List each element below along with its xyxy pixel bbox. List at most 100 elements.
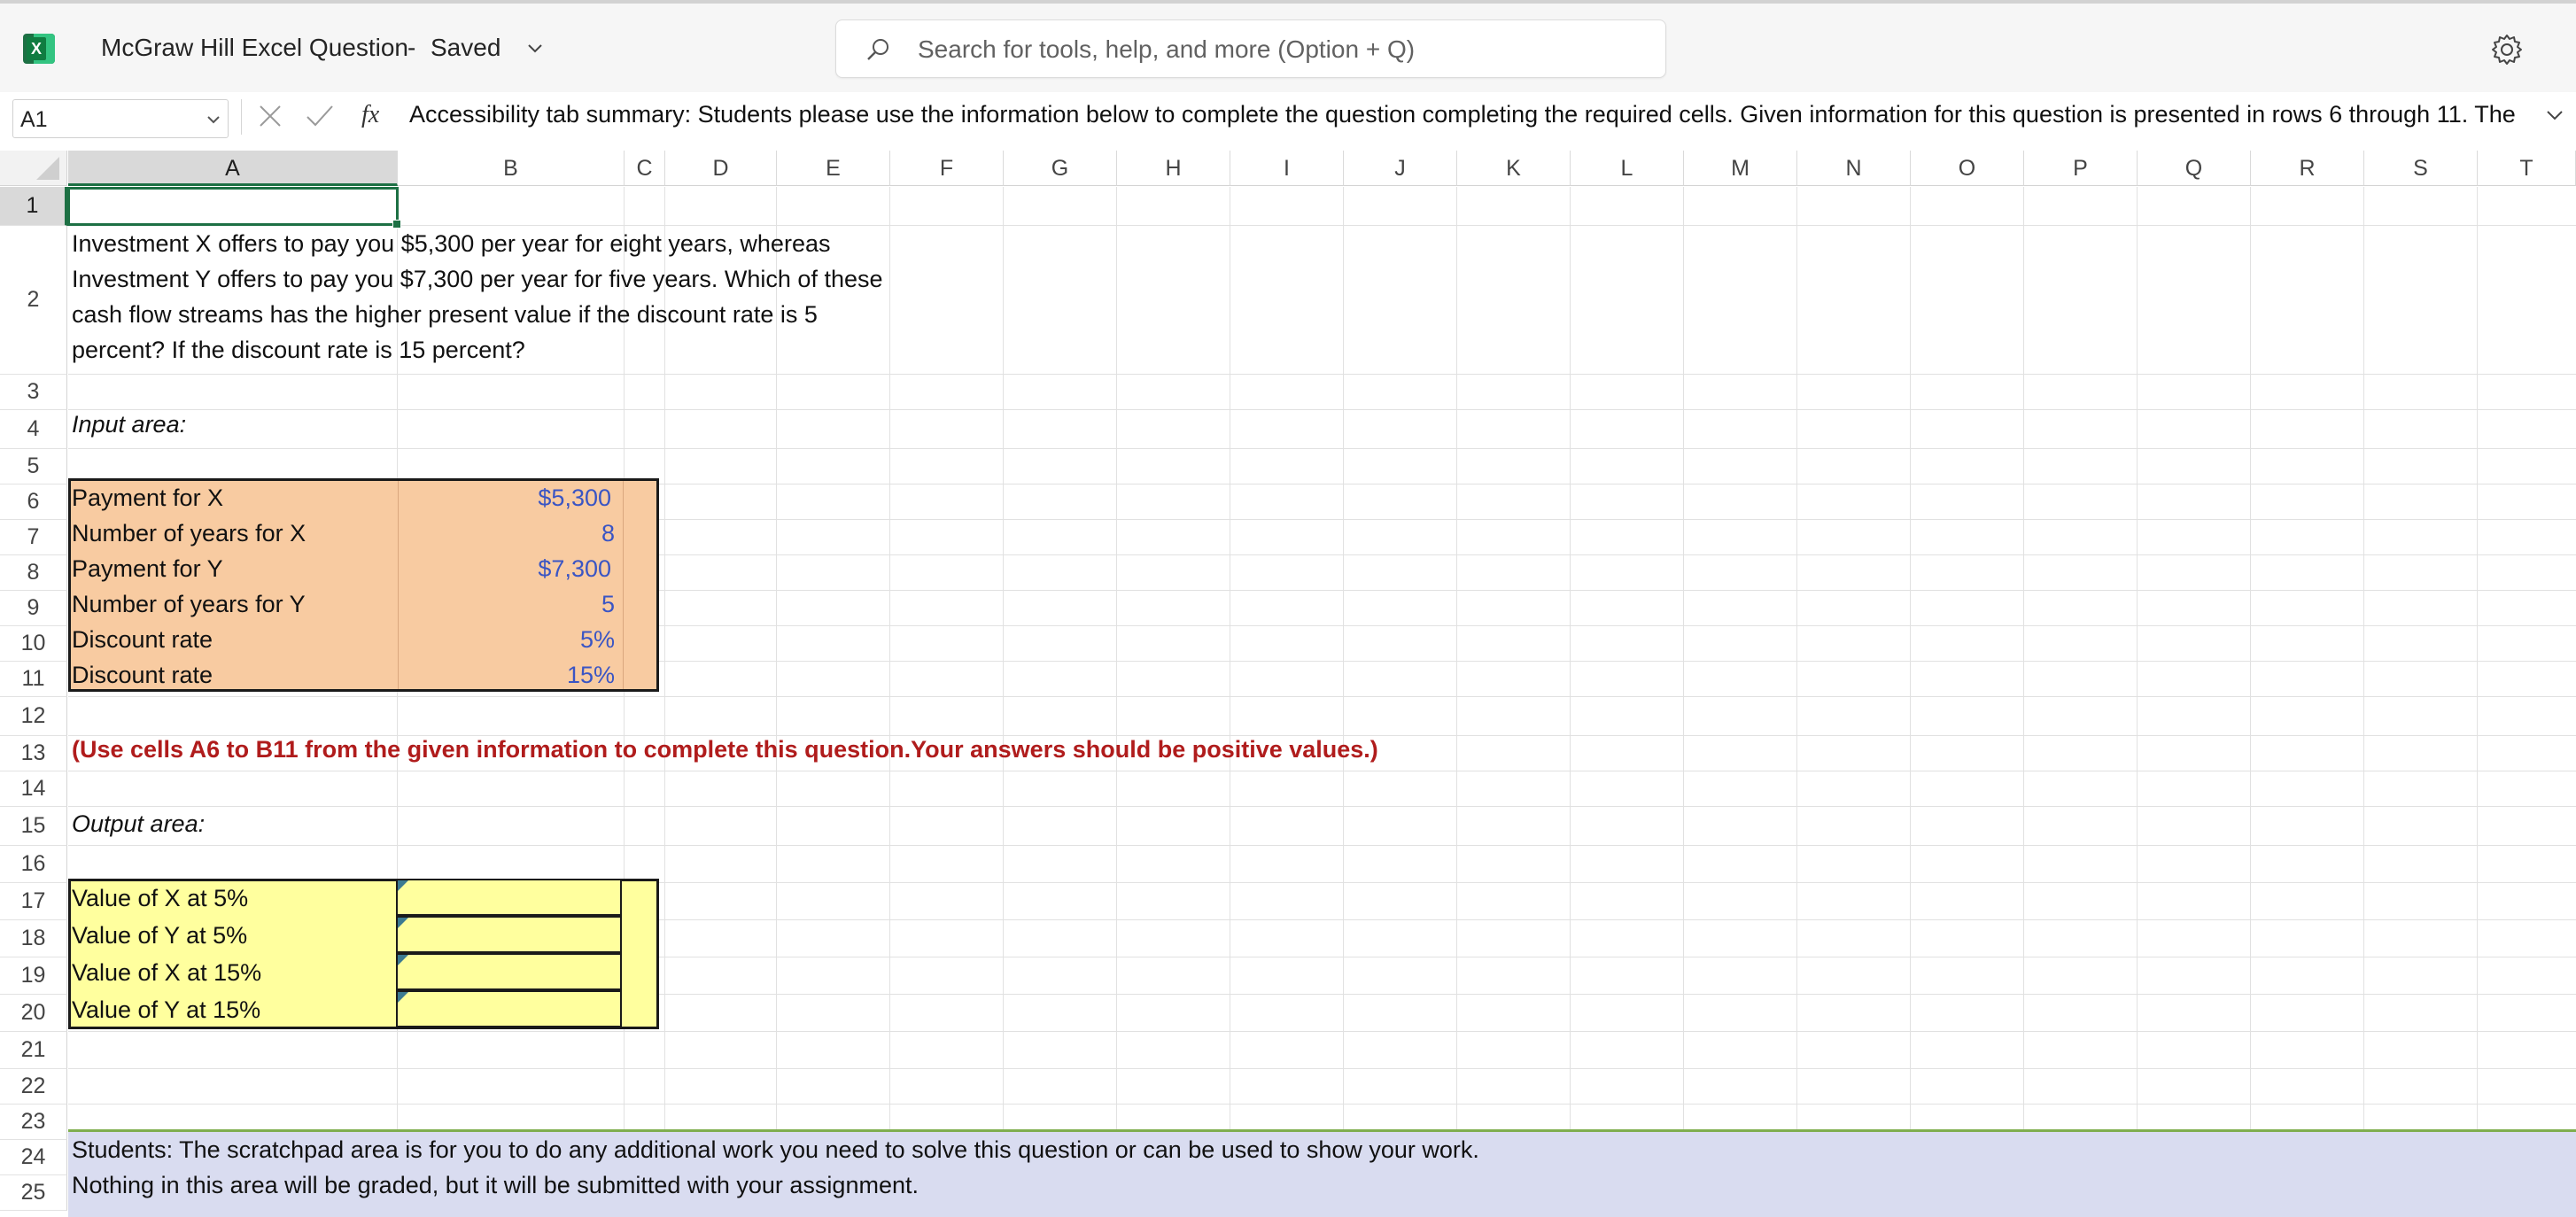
column-header-e[interactable]: E bbox=[777, 151, 890, 186]
input-label: Number of years for Y bbox=[72, 591, 306, 617]
output-label: Value of Y at 5% bbox=[72, 922, 248, 949]
column-gridline bbox=[2250, 187, 2251, 1217]
column-header-p[interactable]: P bbox=[2024, 151, 2138, 186]
column-gridline bbox=[624, 187, 625, 1217]
column-header-g[interactable]: G bbox=[1004, 151, 1117, 186]
column-header-l[interactable]: L bbox=[1571, 151, 1684, 186]
column-header-k[interactable]: K bbox=[1457, 151, 1571, 186]
search-placeholder: Search for tools, help, and more (Option… bbox=[918, 35, 1416, 63]
column-header-i[interactable]: I bbox=[1230, 151, 1344, 186]
input-value[interactable]: $7,300 bbox=[478, 555, 611, 583]
column-header-d[interactable]: D bbox=[665, 151, 777, 186]
output-label: Value of X at 15% bbox=[72, 959, 262, 986]
column-header-t[interactable]: T bbox=[2478, 151, 2576, 186]
column-header-m[interactable]: M bbox=[1684, 151, 1797, 186]
row-header-11[interactable]: 11 bbox=[0, 662, 67, 697]
answer-cell-b20[interactable] bbox=[396, 990, 622, 1027]
title-bar: X McGraw Hill Excel Question - Saved Sea… bbox=[0, 0, 2576, 92]
search-box[interactable]: Search for tools, help, and more (Option… bbox=[835, 19, 1666, 78]
row-header-21[interactable]: 21 bbox=[0, 1032, 67, 1069]
select-all-corner[interactable] bbox=[0, 151, 67, 186]
check-icon[interactable] bbox=[305, 103, 335, 129]
column-header-j[interactable]: J bbox=[1344, 151, 1457, 186]
row-header-4[interactable]: 4 bbox=[0, 410, 67, 449]
row-header-16[interactable]: 16 bbox=[0, 846, 67, 883]
column-header-f[interactable]: F bbox=[890, 151, 1004, 186]
gear-icon[interactable] bbox=[2489, 32, 2525, 67]
row-gridline bbox=[68, 696, 2576, 697]
row-header-5[interactable]: 5 bbox=[0, 449, 67, 484]
name-box[interactable]: A1 bbox=[12, 99, 229, 138]
row-header-2[interactable]: 2 bbox=[0, 226, 67, 375]
answer-cell-b17[interactable] bbox=[396, 879, 622, 916]
row-header-14[interactable]: 14 bbox=[0, 771, 67, 807]
input-value[interactable]: 8 bbox=[478, 520, 615, 547]
input-value[interactable]: 15% bbox=[478, 662, 615, 689]
row-header-25[interactable]: 25 bbox=[0, 1175, 67, 1211]
column-gridline bbox=[1796, 187, 1797, 1217]
row-gridline bbox=[68, 806, 2576, 807]
input-divider bbox=[623, 481, 624, 689]
input-area-label: Input area: bbox=[72, 411, 187, 438]
column-header-h[interactable]: H bbox=[1117, 151, 1230, 186]
column-gridline bbox=[1456, 187, 1457, 1217]
column-header-r[interactable]: R bbox=[2251, 151, 2364, 186]
row-header-7[interactable]: 7 bbox=[0, 520, 67, 555]
spreadsheet-grid[interactable]: ABCDEFGHIJKLMNOPQRST 1 2 3 4 5 6 7 8 9 10 11 12 13 14… bbox=[0, 151, 2576, 1217]
column-header-s[interactable]: S bbox=[2364, 151, 2478, 186]
row-header-17[interactable]: 17 bbox=[0, 883, 67, 920]
row-gridline bbox=[68, 448, 2576, 449]
row-header-10[interactable]: 10 bbox=[0, 626, 67, 662]
row-header-3[interactable]: 3 bbox=[0, 375, 67, 410]
row-header-22[interactable]: 22 bbox=[0, 1069, 67, 1105]
scratchpad-text: Students: The scratchpad area is for you… bbox=[72, 1136, 1479, 1163]
row-header-9[interactable]: 9 bbox=[0, 591, 67, 626]
input-label: Number of years for X bbox=[72, 520, 306, 546]
input-value[interactable]: $5,300 bbox=[478, 484, 611, 512]
row-header-18[interactable]: 18 bbox=[0, 920, 67, 957]
chevron-down-icon[interactable] bbox=[524, 37, 546, 58]
row-header-12[interactable]: 12 bbox=[0, 697, 67, 736]
row-gridline bbox=[68, 225, 2576, 226]
column-gridline bbox=[2477, 187, 2478, 1217]
chevron-down-icon[interactable] bbox=[205, 111, 222, 128]
question-line: cash flow streams has the higher present… bbox=[72, 301, 818, 328]
row-header-19[interactable]: 19 bbox=[0, 957, 67, 995]
cancel-icon[interactable] bbox=[257, 103, 283, 129]
row-header-13[interactable]: 13 bbox=[0, 736, 67, 771]
output-label: Value of Y at 15% bbox=[72, 996, 261, 1023]
column-header-o[interactable]: O bbox=[1911, 151, 2024, 186]
document-title[interactable]: McGraw Hill Excel Question bbox=[101, 34, 408, 62]
column-header-c[interactable]: C bbox=[625, 151, 665, 186]
search-icon bbox=[867, 39, 888, 60]
fx-icon[interactable]: fx bbox=[361, 101, 379, 129]
formula-input[interactable]: Accessibility tab summary: Students plea… bbox=[409, 101, 2526, 128]
answer-cell-b19[interactable] bbox=[396, 953, 622, 990]
column-gridline bbox=[1683, 187, 1684, 1217]
row-header-24[interactable]: 24 bbox=[0, 1140, 67, 1175]
formula-divider bbox=[241, 99, 242, 135]
scratchpad-border bbox=[68, 1129, 2576, 1132]
input-label: Payment for Y bbox=[72, 555, 223, 582]
row-header-15[interactable]: 15 bbox=[0, 807, 67, 846]
input-label: Discount rate bbox=[72, 626, 213, 653]
row-header-6[interactable]: 6 bbox=[0, 484, 67, 520]
row-gridline bbox=[68, 845, 2576, 846]
column-header-a[interactable]: A bbox=[68, 151, 398, 186]
row-gridline bbox=[68, 1104, 2576, 1105]
row-header-1[interactable]: 1 bbox=[0, 187, 67, 226]
input-value[interactable]: 5 bbox=[478, 591, 615, 618]
column-header-b[interactable]: B bbox=[398, 151, 625, 186]
input-value[interactable]: 5% bbox=[478, 626, 615, 654]
column-header-n[interactable]: N bbox=[1797, 151, 1911, 186]
row-header-23[interactable]: 23 bbox=[0, 1105, 67, 1140]
active-cell-a1[interactable] bbox=[67, 187, 401, 229]
answer-cell-b18[interactable] bbox=[396, 916, 622, 953]
column-header-q[interactable]: Q bbox=[2138, 151, 2251, 186]
column-gridline bbox=[1003, 187, 1004, 1217]
chevron-down-icon[interactable] bbox=[2544, 105, 2565, 126]
column-gridline bbox=[776, 187, 777, 1217]
row-header-20[interactable]: 20 bbox=[0, 995, 67, 1032]
row-header-8[interactable]: 8 bbox=[0, 555, 67, 591]
excel-app-icon[interactable]: X bbox=[23, 34, 55, 64]
